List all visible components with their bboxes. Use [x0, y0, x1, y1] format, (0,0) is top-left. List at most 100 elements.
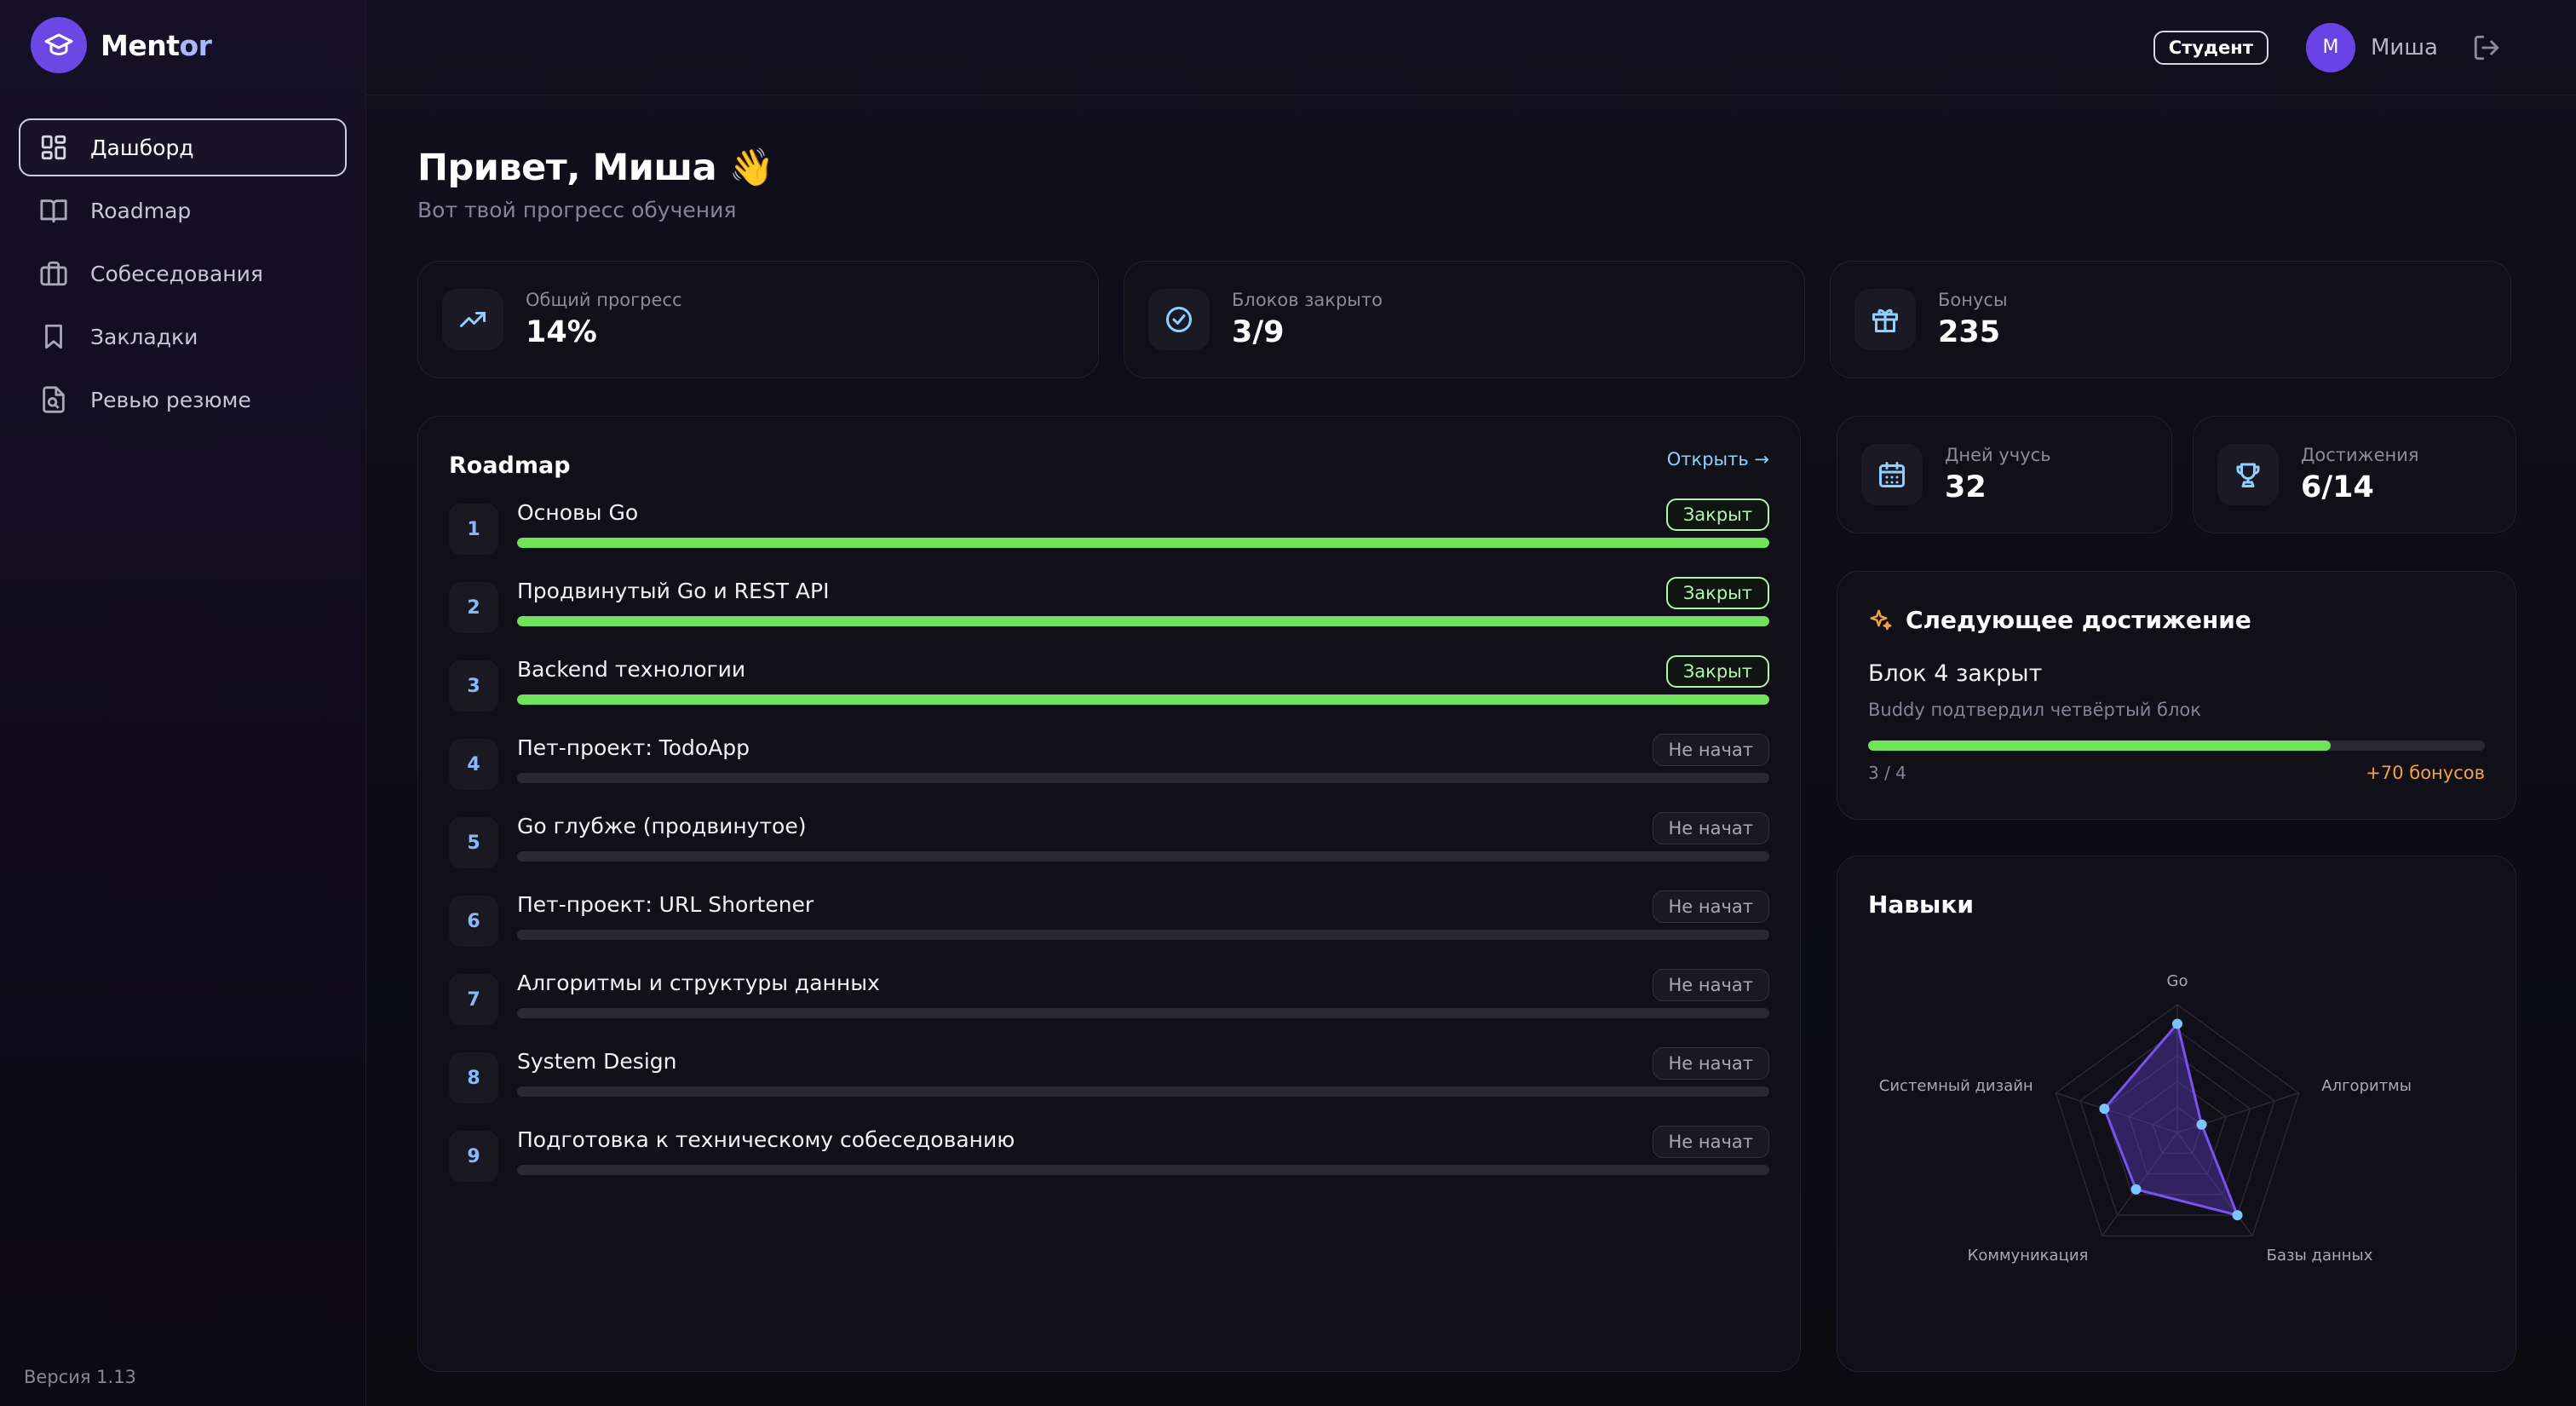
brand-name: Mentor: [101, 28, 212, 62]
roadmap-item-number: 1: [449, 504, 498, 555]
stat-label: Дней учусь: [1945, 445, 2051, 465]
sidebar: Mentor Дашборд Roadmap Собеседования Зак…: [0, 0, 366, 1406]
brand-name-part2: or: [179, 28, 212, 62]
sidebar-item-label: Собеседования: [90, 261, 263, 286]
logout-icon[interactable]: [2472, 33, 2501, 62]
sidebar-item-resume-review[interactable]: Ревью резюме: [19, 371, 347, 429]
radar-axis-label: Go: [2167, 972, 2188, 990]
gift-icon: [1854, 289, 1916, 350]
roadmap-item-progress-bar: [517, 851, 1769, 861]
roadmap-item-number: 6: [449, 896, 498, 947]
stat-label: Блоков закрыто: [1232, 290, 1383, 310]
roadmap-card: Roadmap Открыть → 1 Основы Go Закрыт 2 Продв…: [417, 416, 1801, 1372]
roadmap-item[interactable]: 7 Алгоритмы и структуры данных Не начат: [449, 969, 1769, 1030]
roadmap-item-progress-bar: [517, 1086, 1769, 1097]
radar-skill-point: [2130, 1184, 2142, 1195]
roadmap-item-title: System Design: [517, 1049, 677, 1074]
page-title: Привет, Миша 👋: [417, 147, 774, 189]
radar-axis-label: Алгоритмы: [2321, 1077, 2412, 1095]
roadmap-item-title: Пет-проект: TodoApp: [517, 735, 750, 760]
sidebar-item-roadmap[interactable]: Roadmap: [19, 182, 347, 239]
roadmap-item-progress-bar: [517, 1008, 1769, 1018]
roadmap-open-link[interactable]: Открыть →: [1667, 449, 1769, 470]
sparkles-icon: [1870, 609, 1892, 630]
roadmap-item-status-badge: Не начат: [1652, 812, 1769, 844]
radar-skill-point: [2196, 1119, 2207, 1130]
roadmap-item[interactable]: 4 Пет-проект: TodoApp Не начат: [449, 734, 1769, 795]
roadmap-item-number: 2: [449, 582, 498, 633]
stat-value: 235: [1938, 315, 2001, 349]
radar-skill-point: [2099, 1103, 2110, 1115]
roadmap-item-status-badge: Закрыт: [1665, 655, 1769, 688]
roadmap-item-progress-bar: [517, 538, 1769, 548]
roadmap-item-progress-bar: [517, 616, 1769, 626]
sidebar-item-bookmarks[interactable]: Закладки: [19, 308, 347, 366]
roadmap-item[interactable]: 3 Backend технологии Закрыт: [449, 655, 1769, 717]
achievement-progress-fill: [1868, 740, 2331, 751]
stat-value: 6/14: [2301, 470, 2374, 504]
stat-value: 3/9: [1232, 315, 1285, 349]
roadmap-item-number: 3: [449, 660, 498, 712]
roadmap-item-status-badge: Не начат: [1652, 969, 1769, 1001]
radar-skill-point: [2232, 1210, 2243, 1221]
sidebar-item-dashboard[interactable]: Дашборд: [19, 118, 347, 176]
check-circle-icon: [1148, 289, 1210, 350]
briefcase-icon: [40, 261, 67, 286]
topbar: Студент М Миша: [366, 0, 2576, 95]
roadmap-item[interactable]: 2 Продвинутый Go и REST API Закрыт: [449, 577, 1769, 638]
skills-radar-chart: Go Алгоритмы Базы данных Коммуникация Систем…: [1879, 972, 2412, 1265]
achievement-progress-bar: [1868, 740, 2485, 751]
radar-skill-point: [2172, 1018, 2182, 1029]
book-open-icon: [40, 199, 67, 223]
achievement-description: Buddy подтвердил четвёртый блок: [1868, 700, 2201, 720]
roadmap-item-status-badge: Не начат: [1652, 890, 1769, 923]
bookmark-icon: [45, 324, 62, 349]
roadmap-item-title: Алгоритмы и структуры данных: [517, 971, 880, 995]
achievement-reward: +70 бонусов: [2366, 763, 2485, 783]
roadmap-item-status-badge: Не начат: [1652, 1126, 1769, 1158]
user-name[interactable]: Миша: [2371, 35, 2438, 61]
roadmap-item-title: Backend технологии: [517, 657, 746, 682]
roadmap-item[interactable]: 9 Подготовка к техническому собеседованию…: [449, 1126, 1769, 1187]
roadmap-item[interactable]: 8 System Design Не начат: [449, 1047, 1769, 1109]
stat-value: 14%: [526, 315, 597, 349]
roadmap-item-title: Подготовка к техническому собеседованию: [517, 1127, 1015, 1152]
achievement-name: Блок 4 закрыт: [1868, 660, 2043, 687]
trending-up-icon: [442, 289, 503, 350]
roadmap-item-title: Go глубже (продвинутое): [517, 814, 807, 838]
stat-card-days-learning: Дней учусь 32: [1837, 416, 2172, 533]
roadmap-item-progress-bar: [517, 694, 1769, 705]
roadmap-item-progress-fill: [517, 538, 1769, 548]
roadmap-item-number: 9: [449, 1131, 498, 1182]
sidebar-item-label: Дашборд: [90, 135, 194, 160]
sidebar-item-interviews[interactable]: Собеседования: [19, 245, 347, 303]
roadmap-item-number: 4: [449, 739, 498, 790]
calendar-icon: [1861, 444, 1923, 505]
roadmap-item-progress-fill: [517, 694, 1769, 705]
sidebar-item-label: Ревью резюме: [90, 387, 251, 412]
next-achievement-card: Следующее достижение Блок 4 закрыт Buddy…: [1837, 571, 2516, 820]
roadmap-item-progress-bar: [517, 930, 1769, 940]
roadmap-item-status-badge: Не начат: [1652, 734, 1769, 766]
stat-label: Общий прогресс: [526, 290, 682, 310]
app-version: Версия 1.13: [24, 1367, 136, 1387]
sidebar-item-label: Закладки: [90, 324, 198, 349]
app-root: Mentor Дашборд Roadmap Собеседования Зак…: [0, 0, 2576, 1406]
roadmap-item-number: 5: [449, 817, 498, 868]
dashboard-icon: [41, 135, 66, 160]
stat-value: 32: [1945, 470, 1987, 504]
trophy-icon: [2217, 444, 2279, 505]
roadmap-item[interactable]: 1 Основы Go Закрыт: [449, 498, 1769, 560]
roadmap-item-progress-bar: [517, 773, 1769, 783]
roadmap-item[interactable]: 6 Пет-проект: URL Shortener Не начат: [449, 890, 1769, 952]
roadmap-item[interactable]: 5 Go глубже (продвинутое) Не начат: [449, 812, 1769, 873]
role-badge: Студент: [2153, 30, 2268, 65]
roadmap-item-number: 8: [449, 1052, 498, 1103]
avatar[interactable]: М: [2305, 22, 2355, 72]
brand-name-part1: Ment: [101, 28, 180, 62]
roadmap-item-title: Основы Go: [517, 500, 639, 525]
page-subtitle: Вот твой прогресс обучения: [417, 198, 737, 222]
stat-card-blocks-closed: Блоков закрыто 3/9: [1124, 261, 1805, 378]
roadmap-item-title: Пет-проект: URL Shortener: [517, 892, 814, 917]
brand-logo[interactable]: Mentor: [19, 0, 347, 90]
